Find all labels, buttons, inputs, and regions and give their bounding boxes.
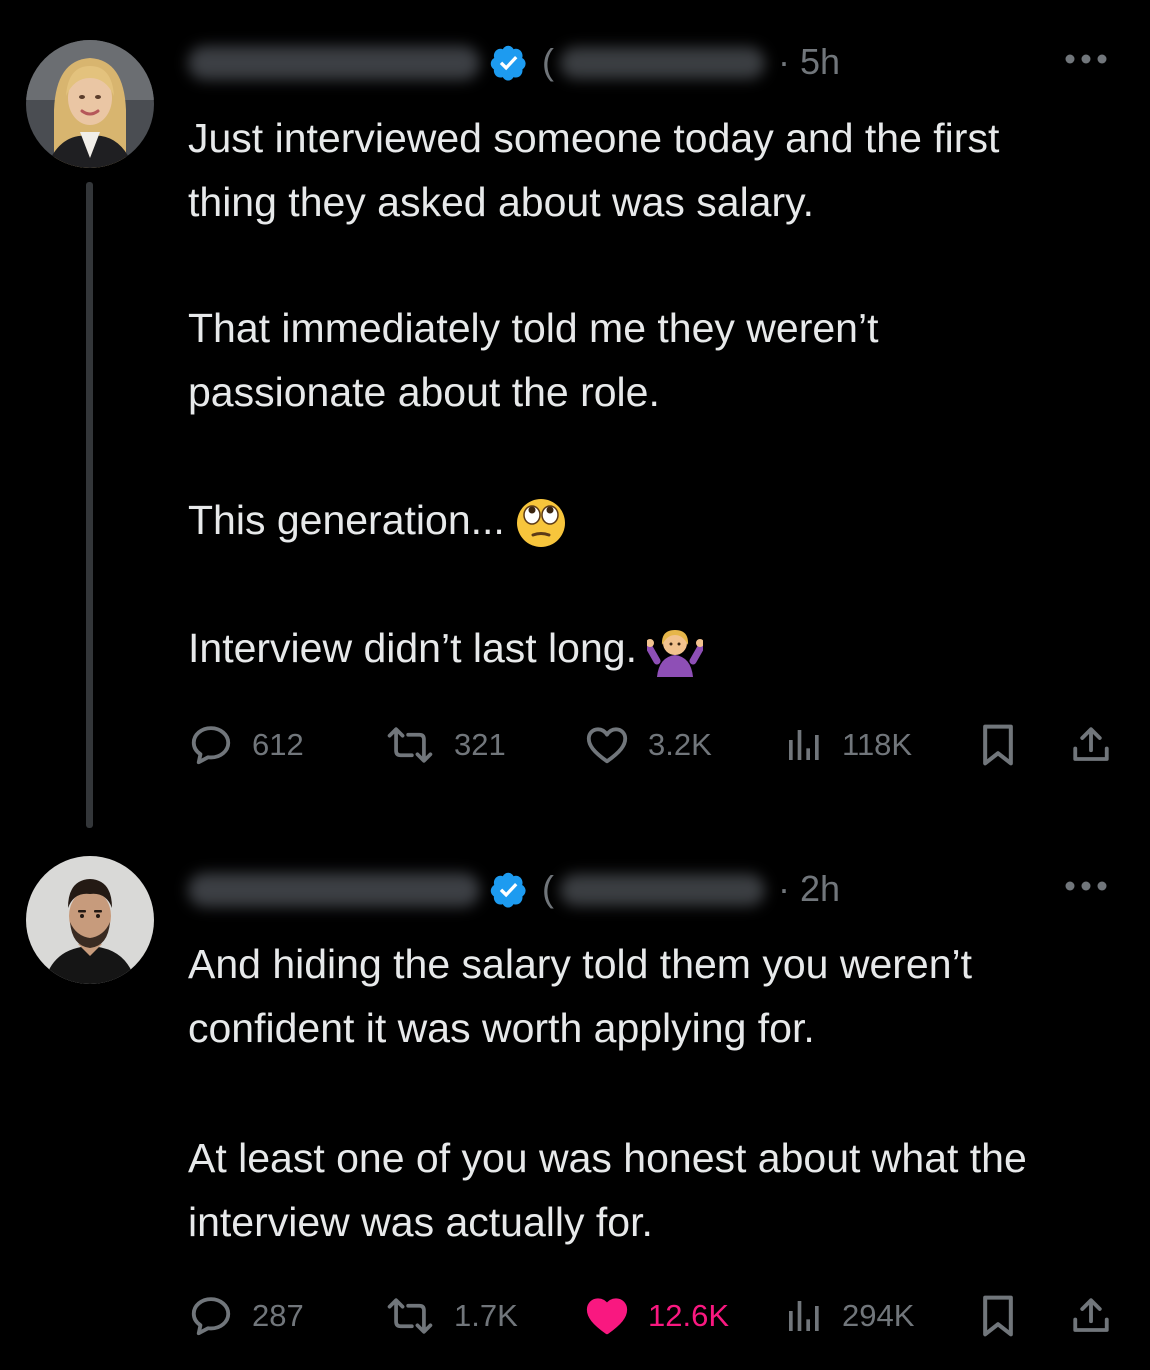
woman-avatar-image [26, 40, 154, 168]
man-avatar-image [26, 856, 154, 984]
like-count: 12.6K [648, 1298, 730, 1333]
bookmark-icon [983, 1295, 1013, 1337]
bookmark-button[interactable] [978, 1291, 1018, 1341]
repost-button[interactable]: 1.7K [384, 1291, 518, 1341]
handle-prefix: ( [542, 868, 554, 909]
blurred-display-name [188, 46, 480, 80]
repost-button[interactable]: 321 [384, 720, 506, 770]
heart-filled-icon [586, 1298, 628, 1335]
reply-button[interactable]: 287 [188, 1291, 304, 1341]
reply-icon [191, 726, 231, 765]
repost-icon [387, 1298, 433, 1334]
views-count: 294K [842, 1298, 915, 1333]
share-button[interactable] [1070, 720, 1112, 770]
repost-icon [387, 727, 433, 763]
repost-count: 321 [454, 727, 506, 762]
repost-count: 1.7K [454, 1298, 518, 1333]
face-with-rolling-eyes-icon [516, 499, 565, 548]
blurred-handle [560, 874, 765, 906]
tweet-action-bar: 612 321 3.2K 118K [188, 720, 1118, 770]
share-button[interactable] [1070, 1291, 1112, 1341]
reply-button[interactable]: 612 [188, 720, 304, 770]
tweet-paragraph-text: This generation... [188, 497, 505, 543]
tweet-paragraph: That immediately told me they weren’t pa… [188, 305, 879, 415]
thread-connector-line [86, 182, 93, 828]
verified-badge-icon [490, 872, 526, 908]
tweet-header: ( · 2h [188, 864, 1108, 914]
reply-icon [191, 1297, 231, 1336]
views-button[interactable]: 294K [784, 1291, 914, 1341]
tweet-paragraph: Interview didn’t last long. [188, 616, 1088, 680]
more-options-icon[interactable] [1064, 878, 1108, 894]
bookmark-button[interactable] [978, 720, 1018, 770]
handle-prefix: ( [542, 41, 554, 82]
tweet-text: Just interviewed someone today and the f… [188, 106, 1088, 680]
share-icon [1073, 1298, 1109, 1332]
reply-count: 612 [252, 727, 304, 762]
like-button[interactable]: 3.2K [584, 720, 712, 770]
reply-count: 287 [252, 1298, 304, 1333]
like-count: 3.2K [648, 727, 712, 762]
tweet-paragraph: And hiding the salary told them you were… [188, 941, 973, 1051]
tweet-paragraph: At least one of you was honest about wha… [188, 1135, 1027, 1245]
share-icon [1073, 727, 1109, 761]
views-button[interactable]: 118K [784, 720, 912, 770]
tweet-paragraph: This generation... [188, 488, 1088, 552]
timestamp[interactable]: · 5h [778, 41, 840, 83]
tweet-action-bar: 287 1.7K 12.6K 294K [188, 1291, 1118, 1341]
views-chart-icon [789, 730, 819, 760]
views-count: 118K [842, 727, 913, 762]
blurred-handle [560, 47, 765, 79]
tweet-paragraph-text: Interview didn’t last long. [188, 625, 637, 671]
timestamp[interactable]: · 2h [778, 868, 840, 910]
like-button[interactable]: 12.6K [584, 1291, 729, 1341]
bookmark-icon [983, 724, 1013, 766]
verified-badge-icon [490, 45, 526, 81]
views-chart-icon [789, 1301, 819, 1331]
tweet-paragraph: Just interviewed someone today and the f… [188, 115, 1000, 225]
more-options-icon[interactable] [1064, 51, 1108, 67]
heart-icon [586, 727, 628, 764]
person-shrugging-icon [646, 630, 703, 678]
blurred-display-name [188, 873, 480, 907]
avatar[interactable] [26, 40, 154, 168]
avatar[interactable] [26, 856, 154, 984]
tweet-text: And hiding the salary told them you were… [188, 932, 1088, 1254]
tweet-header: ( · 5h [188, 37, 1108, 87]
